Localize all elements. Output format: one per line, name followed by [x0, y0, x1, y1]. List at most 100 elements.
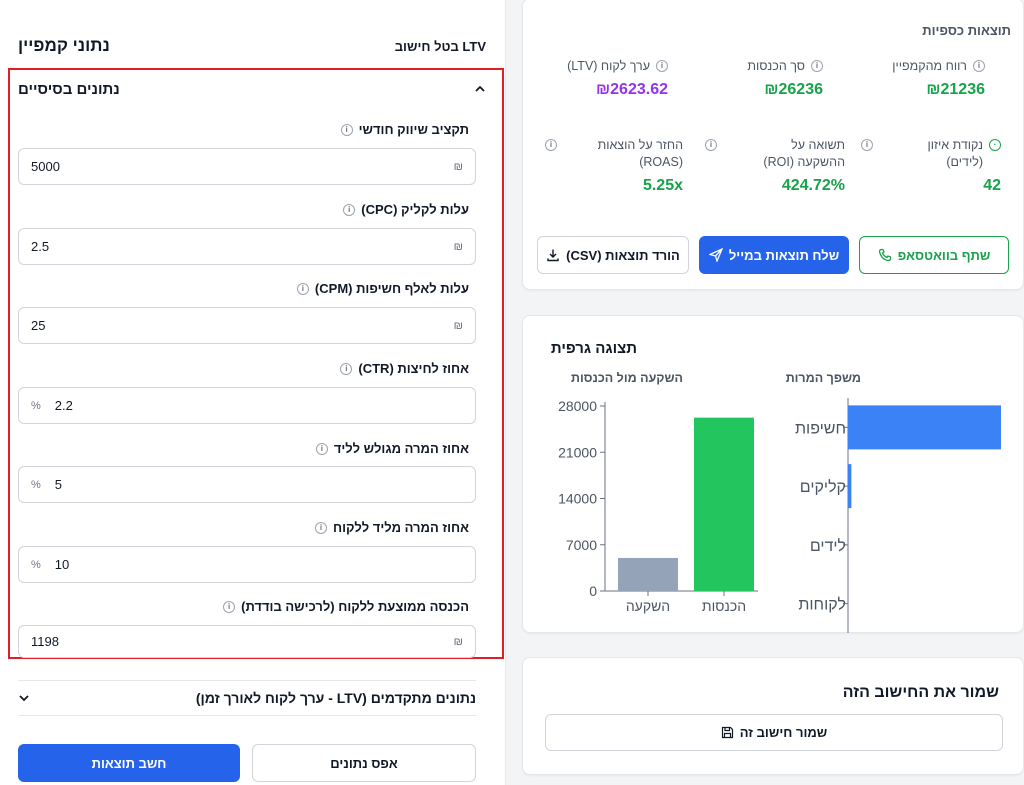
reset-button[interactable]: אפס נתונים [252, 744, 476, 782]
funnel-bar-1 [848, 464, 852, 509]
metric-value: ₪2623.62 [596, 81, 668, 98]
y-tick-label: 21000 [558, 444, 597, 460]
field-label-cpm: עלות לאלף חשיפות (CPM) i [296, 281, 469, 296]
ctr-input[interactable]: % 2.2 [18, 387, 476, 424]
phone-icon [878, 248, 891, 262]
download-csv-button[interactable]: הורד תוצאות (CSV) [537, 236, 689, 274]
field-label-text: אחוז לחיצות (CTR) [358, 361, 469, 376]
info-icon[interactable]: i [343, 203, 356, 216]
avg-revenue-input[interactable]: 1198 ₪ [18, 625, 476, 658]
metric-value: ₪26236 [764, 81, 823, 98]
results-title: תוצאות כספיות [922, 23, 1011, 38]
currency-icon: ₪ [453, 240, 463, 253]
field-label-ctr: אחוז לחיצות (CTR) i [340, 361, 469, 376]
funnel-category-label: לידים [810, 537, 846, 555]
bar-investment [618, 557, 678, 591]
field-label-cpc: עלות לקליק (CPC) i [343, 202, 469, 217]
bar-revenue [694, 417, 754, 591]
metric-value: 5.25x [642, 177, 683, 194]
field-label-lead-customer: אחוז המרה מליד ללקוח i [315, 520, 469, 535]
field-label-visitor-lead: אחוז המרה מגולש לליד i [315, 441, 469, 456]
info-icon[interactable]: i [973, 60, 985, 72]
field-label-text: אחוז המרה מגולש לליד [333, 441, 469, 456]
download-icon [547, 249, 559, 262]
funnel-category-label: קליקים [800, 478, 846, 496]
input-value[interactable]: 1198 [31, 634, 59, 649]
info-icon[interactable]: i [315, 442, 328, 455]
info-icon[interactable]: i [340, 362, 353, 375]
calculate-button[interactable]: חשב תוצאות [18, 744, 240, 782]
lead-customer-input[interactable]: % 10 [18, 546, 476, 583]
chart-investment-title: השקעה מול הכנסות [570, 371, 683, 385]
target-icon: · [989, 139, 1001, 151]
form-header: LTV בטל חישוב נתוני קמפיין [18, 34, 486, 58]
save-card: שמור את החישוב הזה שמור חישוב זה [522, 657, 1024, 775]
y-tick-label: 0 [589, 583, 597, 599]
metric-label: ערך לקוח (LTV) [567, 59, 650, 73]
input-value[interactable]: 2.2 [55, 398, 73, 413]
info-icon[interactable]: i [296, 282, 309, 295]
funnel-category-label: לקוחות [798, 596, 846, 614]
metric-label: נקודת איזון (לידים) [927, 138, 983, 169]
input-value[interactable]: 2.5 [31, 239, 49, 254]
field-label-avg-revenue: הכנסה ממוצעת ללקוח (לרכישה בודדת) i [223, 599, 469, 614]
x-tick-label: הכנסות [702, 598, 746, 614]
cpc-input[interactable]: 2.5 ₪ [18, 228, 476, 265]
chevron-up-icon[interactable] [474, 83, 486, 95]
info-icon[interactable]: i [861, 139, 873, 151]
metric-roi: תשואה על ההשקעה (ROI) i 424.72% [705, 137, 845, 195]
financial-results-card: תוצאות כספיות i רווח מהקמפיין ₪21236 i סך … [522, 0, 1024, 290]
chevron-down-icon[interactable] [18, 692, 30, 704]
basic-section-header[interactable]: נתונים בסיסיים [18, 78, 486, 100]
info-icon[interactable]: i [315, 521, 328, 534]
percent-icon: % [31, 399, 41, 412]
cpm-input[interactable]: 25 ₪ [18, 307, 476, 344]
floppy-disk-icon [721, 726, 733, 739]
input-value[interactable]: 10 [55, 557, 69, 572]
info-icon[interactable]: i [705, 139, 717, 151]
share-whatsapp-button[interactable]: שתף בוואטסאפ [859, 236, 1009, 274]
x-tick-label: השקעה [626, 598, 670, 614]
field-label-text: עלות לאלף חשיפות (CPM) [314, 281, 469, 296]
charts-title: תצוגה גרפית [550, 340, 637, 357]
info-icon[interactable]: i [340, 123, 353, 136]
metric-profit: i רווח מהקמפיין ₪21236 [835, 58, 985, 99]
ltv-toggle[interactable]: LTV בטל חישוב [395, 39, 486, 54]
metric-label: תשואה על ההשקעה (ROI) [763, 138, 845, 169]
chart-funnel-title: משפך המרות [785, 371, 861, 385]
info-icon[interactable]: i [656, 60, 668, 72]
input-value[interactable]: 5 [55, 477, 62, 492]
save-title: שמור את החישוב הזה [842, 684, 999, 701]
send-email-label: שלח תוצאות במייל [728, 247, 840, 263]
download-csv-label: הורד תוצאות (CSV) [566, 247, 680, 263]
advanced-ltv-section-header[interactable]: נתונים מתקדמים (LTV - ערך לקוח לאורך זמן… [18, 680, 476, 716]
budget-input[interactable]: 5000 ₪ [18, 148, 476, 185]
save-calculation-button[interactable]: שמור חישוב זה [545, 714, 1003, 751]
visitor-lead-input[interactable]: % 5 [18, 466, 476, 503]
input-value[interactable]: 25 [31, 318, 45, 333]
metric-value: 424.72% [781, 177, 845, 194]
metric-label: רווח מהקמפיין [892, 59, 967, 73]
advanced-section-title: נתונים מתקדמים (LTV - ערך לקוח לאורך זמן… [195, 690, 476, 706]
y-tick-label: 28000 [558, 398, 597, 414]
send-email-button[interactable]: שלח תוצאות במייל [699, 236, 849, 274]
info-icon[interactable]: i [811, 60, 823, 72]
info-icon[interactable]: i [223, 600, 236, 613]
metric-breakeven: · נקודת איזון (לידים) i 42 [861, 137, 1001, 195]
metric-label: סך הכנסות [747, 59, 805, 73]
metric-value: ₪21236 [926, 81, 985, 98]
input-value[interactable]: 5000 [31, 159, 60, 174]
share-whatsapp-label: שתף בוואטסאפ [897, 247, 991, 263]
app-root: LTV בטל חישוב נתוני קמפיין נתונים בסיסיי… [0, 0, 1024, 785]
results-panel: תוצאות כספיות i רווח מהקמפיין ₪21236 i סך … [522, 0, 1024, 785]
charts-card: תצוגה גרפית השקעה מול הכנסות משפך המרות … [522, 315, 1024, 633]
info-icon[interactable]: i [545, 139, 557, 151]
charts-svg: 0 7000 14000 21000 28000 השקעה הכנסות חשיפות קלי… [558, 398, 1001, 633]
percent-icon: % [31, 478, 41, 491]
metric-value: 42 [983, 177, 1001, 194]
metric-roas: החזר על הוצאות (ROAS) i 5.25x [545, 137, 683, 195]
field-label-text: עלות לקליק (CPC) [361, 202, 469, 217]
page-title: נתוני קמפיין [18, 36, 110, 55]
basic-section-title: נתונים בסיסיים [18, 80, 120, 98]
send-icon [708, 248, 723, 262]
